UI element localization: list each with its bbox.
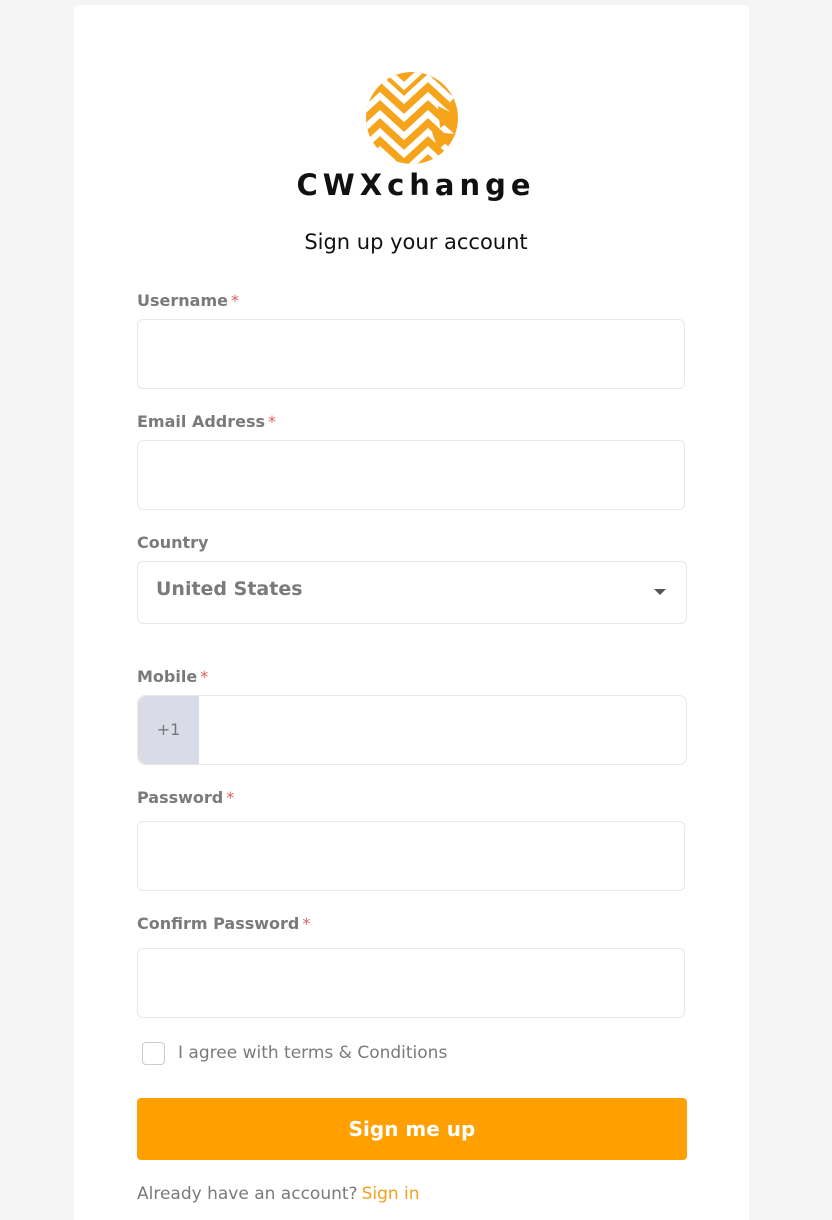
mobile-label-text: Mobile bbox=[137, 667, 198, 686]
page-title: Sign up your account bbox=[304, 230, 528, 254]
confirm-password-label-text: Confirm Password bbox=[137, 914, 300, 933]
password-label-text: Password bbox=[137, 788, 224, 807]
confirm-password-input[interactable] bbox=[137, 948, 685, 1018]
username-label: Username * bbox=[137, 291, 239, 310]
country-label: Country bbox=[137, 533, 209, 552]
signin-prompt-line: Already have an account? Sign in bbox=[137, 1184, 420, 1204]
country-code-prefix: +1 bbox=[138, 696, 199, 764]
username-input[interactable] bbox=[137, 319, 685, 389]
email-label-text: Email Address bbox=[137, 412, 266, 431]
chevron-down-icon bbox=[654, 589, 666, 595]
required-asterisk: * bbox=[226, 788, 235, 807]
required-asterisk: * bbox=[230, 291, 239, 310]
required-asterisk: * bbox=[200, 667, 209, 686]
email-input[interactable] bbox=[137, 440, 685, 510]
password-input[interactable] bbox=[137, 821, 685, 891]
mobile-input[interactable] bbox=[199, 696, 686, 764]
required-asterisk: * bbox=[268, 412, 277, 431]
signin-prompt: Already have an account? bbox=[137, 1184, 358, 1204]
chevron-arrows-circle-logo bbox=[366, 72, 458, 164]
required-asterisk: * bbox=[302, 914, 311, 933]
country-selected-value: United States bbox=[156, 578, 303, 600]
terms-label[interactable]: I agree with terms & Conditions bbox=[178, 1043, 447, 1063]
mobile-label: Mobile * bbox=[137, 667, 208, 686]
brand-name: CWXchange bbox=[296, 168, 536, 202]
country-select[interactable]: United States bbox=[137, 561, 687, 624]
email-label: Email Address * bbox=[137, 412, 276, 431]
confirm-password-label: Confirm Password * bbox=[137, 914, 310, 933]
password-label: Password * bbox=[137, 788, 234, 807]
sign-up-button[interactable]: Sign me up bbox=[137, 1098, 687, 1160]
username-label-text: Username bbox=[137, 291, 228, 310]
mobile-field: +1 bbox=[137, 695, 687, 765]
terms-checkbox[interactable] bbox=[142, 1042, 165, 1065]
sign-in-link[interactable]: Sign in bbox=[362, 1184, 420, 1204]
